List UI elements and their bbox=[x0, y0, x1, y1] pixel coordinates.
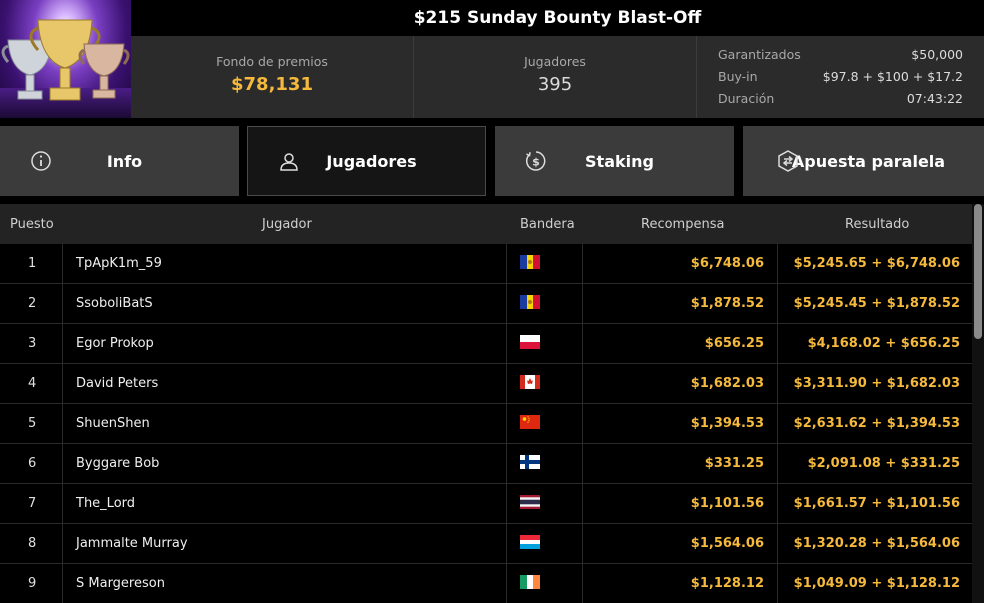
buy-in-label: Buy-in bbox=[718, 69, 758, 84]
column-reward[interactable]: Recompensa bbox=[641, 217, 724, 232]
row-reward: $331.25 bbox=[583, 444, 778, 484]
tab-side-bet[interactable]: Apuesta paralela bbox=[743, 126, 984, 196]
guaranteed-label: Garantizados bbox=[718, 47, 801, 62]
buy-in-row: Buy-in $97.8 + $100 + $17.2 bbox=[718, 69, 963, 84]
guaranteed-value: $50,000 bbox=[911, 47, 963, 62]
andorra-flag-icon bbox=[520, 255, 540, 269]
table-row[interactable]: 8 Jammalte Murray $1,564.06 $1,320.28 + … bbox=[0, 524, 972, 564]
table-row[interactable]: 3 Egor Prokop $656.25 $4,168.02 + $656.2… bbox=[0, 324, 972, 364]
row-player-name: Egor Prokop bbox=[76, 336, 154, 351]
row-reward: $1,394.53 bbox=[583, 404, 778, 444]
row-position: 1 bbox=[0, 244, 63, 284]
canada-flag-icon bbox=[520, 375, 540, 389]
duration-row: Duración 07:43:22 bbox=[718, 91, 963, 106]
row-reward: $1,128.12 bbox=[583, 564, 778, 603]
players-value: 395 bbox=[537, 74, 573, 95]
luxembourg-flag-icon bbox=[520, 535, 540, 549]
ireland-flag-icon bbox=[520, 575, 540, 589]
column-position[interactable]: Puesto bbox=[10, 217, 54, 232]
row-position: 7 bbox=[0, 484, 63, 524]
row-result: $1,320.28 + $1,564.06 bbox=[793, 536, 960, 551]
tab-players[interactable]: Jugadores bbox=[247, 126, 486, 196]
table-row[interactable]: 2 SsoboliBatS $1,878.52 $5,245.45 + $1,8… bbox=[0, 284, 972, 324]
table-row[interactable]: 1 TpApK1m_59 $6,748.06 $5,245.65 + $6,74… bbox=[0, 244, 972, 284]
players-table-header: Puesto Jugador Bandera Recompensa Result… bbox=[0, 204, 972, 244]
row-result: $4,168.02 + $656.25 bbox=[807, 336, 960, 351]
svg-text:$: $ bbox=[532, 156, 540, 169]
finland-flag-icon bbox=[520, 455, 540, 469]
row-player-name: Jammalte Murray bbox=[76, 536, 188, 551]
row-result: $3,311.90 + $1,682.03 bbox=[793, 376, 960, 391]
row-position: 8 bbox=[0, 524, 63, 564]
players-table-body: 1 TpApK1m_59 $6,748.06 $5,245.65 + $6,74… bbox=[0, 244, 972, 603]
person-icon bbox=[280, 153, 298, 171]
table-row[interactable]: 5 ShuenShen $1,394.53 $2,631.62 + $1,394… bbox=[0, 404, 972, 444]
prize-pool-value: $78,131 bbox=[231, 74, 313, 95]
tab-info[interactable]: Info bbox=[0, 126, 239, 196]
players-stat: Jugadores 395 bbox=[414, 36, 697, 118]
row-position: 5 bbox=[0, 404, 63, 444]
column-player[interactable]: Jugador bbox=[262, 217, 312, 232]
prize-pool-label: Fondo de premios bbox=[216, 54, 328, 69]
duration-value: 07:43:22 bbox=[906, 91, 963, 106]
poland-flag-icon bbox=[520, 335, 540, 349]
tournament-trophy-image bbox=[0, 0, 131, 118]
info-icon bbox=[31, 151, 51, 171]
row-player-name: SsoboliBatS bbox=[76, 296, 153, 311]
row-result: $2,091.08 + $331.25 bbox=[807, 456, 960, 471]
row-player-name: David Peters bbox=[76, 376, 159, 391]
row-position: 4 bbox=[0, 364, 63, 404]
column-result[interactable]: Resultado bbox=[845, 217, 909, 232]
row-reward: $1,878.52 bbox=[583, 284, 778, 324]
staking-coin-icon: $ bbox=[525, 151, 546, 171]
table-row[interactable]: 6 Byggare Bob $331.25 $2,091.08 + $331.2… bbox=[0, 444, 972, 484]
row-result: $1,661.57 + $1,101.56 bbox=[793, 496, 960, 511]
andorra-flag-icon bbox=[520, 295, 540, 309]
row-reward: $656.25 bbox=[583, 324, 778, 364]
row-player-name: ShuenShen bbox=[76, 416, 150, 431]
row-player-name: TpApK1m_59 bbox=[76, 256, 162, 271]
row-position: 3 bbox=[0, 324, 63, 364]
duration-label: Duración bbox=[718, 91, 775, 106]
row-result: $1,049.09 + $1,128.12 bbox=[793, 576, 960, 591]
row-reward: $6,748.06 bbox=[583, 244, 778, 284]
table-scrollbar[interactable] bbox=[972, 204, 984, 603]
row-reward: $1,564.06 bbox=[583, 524, 778, 564]
column-flag[interactable]: Bandera bbox=[520, 217, 575, 232]
prize-pool-stat: Fondo de premios $78,131 bbox=[131, 36, 414, 118]
row-position: 2 bbox=[0, 284, 63, 324]
row-player-name: S Margereson bbox=[76, 576, 165, 591]
guaranteed-row: Garantizados $50,000 bbox=[718, 47, 963, 62]
china-flag-icon bbox=[520, 415, 540, 429]
scrollbar-thumb[interactable] bbox=[974, 204, 982, 339]
tournament-stats-panel: Fondo de premios $78,131 Jugadores 395 G… bbox=[131, 36, 984, 118]
row-reward: $1,101.56 bbox=[583, 484, 778, 524]
row-reward: $1,682.03 bbox=[583, 364, 778, 404]
thailand-flag-icon bbox=[520, 495, 540, 509]
row-result: $5,245.45 + $1,878.52 bbox=[793, 296, 960, 311]
row-result: $5,245.65 + $6,748.06 bbox=[793, 256, 960, 271]
tournament-details: Garantizados $50,000 Buy-in $97.8 + $100… bbox=[697, 36, 984, 118]
row-position: 9 bbox=[0, 564, 63, 603]
side-bet-icon bbox=[778, 150, 798, 172]
table-row[interactable]: 9 S Margereson $1,128.12 $1,049.09 + $1,… bbox=[0, 564, 972, 603]
row-position: 6 bbox=[0, 444, 63, 484]
row-player-name: Byggare Bob bbox=[76, 456, 160, 471]
tournament-title-text: $215 Sunday Bounty Blast-Off bbox=[413, 8, 702, 28]
table-row[interactable]: 7 The_Lord $1,101.56 $1,661.57 + $1,101.… bbox=[0, 484, 972, 524]
buy-in-value: $97.8 + $100 + $17.2 bbox=[822, 69, 963, 84]
table-row[interactable]: 4 David Peters $1,682.03 $3,311.90 + $1,… bbox=[0, 364, 972, 404]
row-player-name: The_Lord bbox=[76, 496, 136, 511]
tab-staking[interactable]: $ Staking bbox=[495, 126, 734, 196]
row-result: $2,631.62 + $1,394.53 bbox=[793, 416, 960, 431]
tournament-title: $215 Sunday Bounty Blast-Off bbox=[131, 0, 984, 36]
players-label: Jugadores bbox=[524, 54, 586, 69]
